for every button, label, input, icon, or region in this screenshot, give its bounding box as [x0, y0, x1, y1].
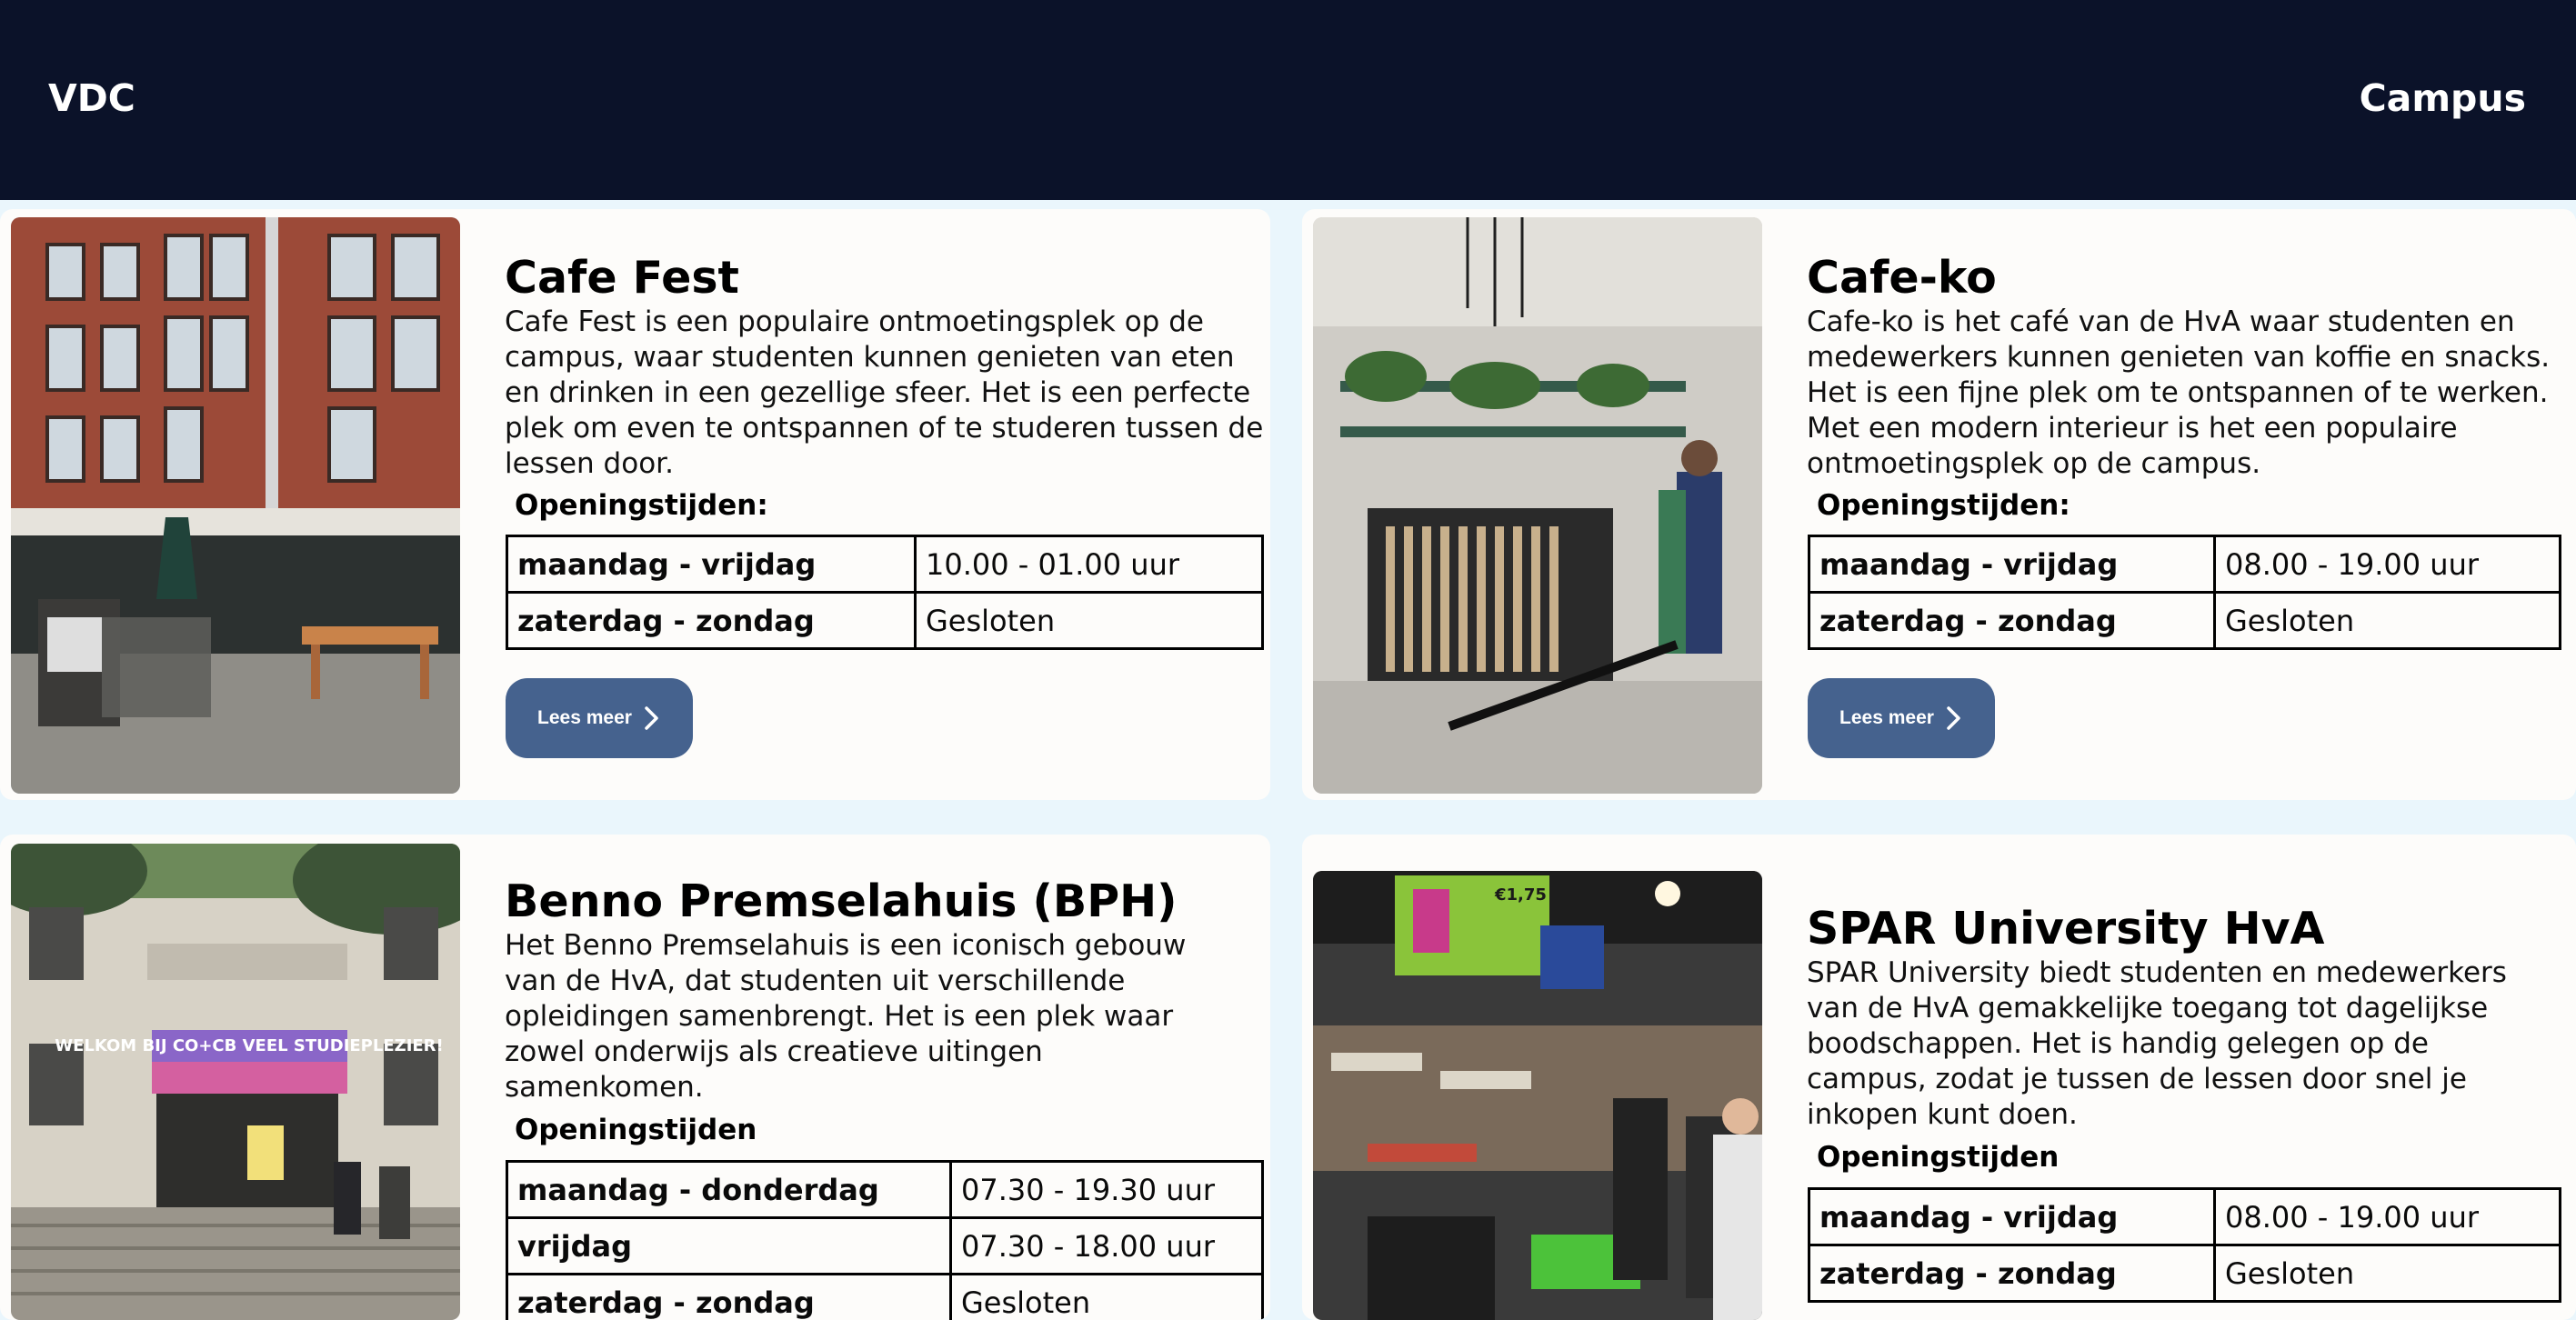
- card-description: SPAR University biedt studenten en medew…: [1807, 956, 2507, 1131]
- brand-logo[interactable]: VDC: [48, 76, 135, 120]
- opening-hours-label: Openingstijden:: [1817, 489, 2070, 522]
- card-description: Het Benno Premselahuis is een iconisch g…: [505, 929, 1187, 1104]
- card-title: SPAR University HvA: [1807, 903, 2325, 955]
- location-card-cafe-ko: Cafe-ko Cafe-ko is het café van de HvA w…: [1302, 209, 2576, 800]
- spar-university-photo: €1,75: [1313, 871, 1762, 1320]
- card-description: Cafe-ko is het café van de HvA waar stud…: [1807, 305, 2551, 480]
- time-cell: 08.00 - 19.00 uur: [2213, 1187, 2561, 1246]
- time-cell: Gesloten: [2213, 591, 2561, 650]
- day-cell: zaterdag - zondag: [1808, 1244, 2216, 1303]
- day-cell: zaterdag - zondag: [1808, 591, 2216, 650]
- opening-hours-table: maandag - vrijdag 08.00 - 19.00 uur zate…: [1808, 535, 2561, 650]
- card-title: Benno Premselahuis (BPH): [505, 875, 1178, 927]
- time-cell: 10.00 - 01.00 uur: [914, 535, 1264, 594]
- day-cell: maandag - vrijdag: [1808, 535, 2216, 594]
- day-cell: vrijdag: [506, 1216, 952, 1275]
- table-row: vrijdag 07.30 - 18.00 uur: [506, 1216, 1264, 1275]
- time-cell: Gesloten: [2213, 1244, 2561, 1303]
- day-cell: zaterdag - zondag: [506, 1273, 952, 1320]
- time-cell: Gesloten: [914, 591, 1264, 650]
- table-row: maandag - vrijdag 08.00 - 19.00 uur: [1808, 535, 2561, 594]
- chevron-right-icon: [1943, 705, 1963, 732]
- card-description: Cafe Fest is een populaire ontmoetingspl…: [505, 305, 1264, 480]
- card-title: Cafe-ko: [1807, 252, 1997, 304]
- price-screen-text: €1,75: [1494, 885, 1547, 905]
- day-cell: maandag - vrijdag: [1808, 1187, 2216, 1246]
- table-row: zaterdag - zondag Gesloten: [506, 591, 1264, 650]
- card-title: Cafe Fest: [505, 252, 739, 304]
- day-cell: zaterdag - zondag: [506, 591, 917, 650]
- table-row: maandag - vrijdag 10.00 - 01.00 uur: [506, 535, 1264, 594]
- day-cell: maandag - vrijdag: [506, 535, 917, 594]
- day-cell: maandag - donderdag: [506, 1160, 952, 1219]
- time-cell: 07.30 - 19.30 uur: [949, 1160, 1264, 1219]
- read-more-button[interactable]: Lees meer: [506, 678, 693, 758]
- nav-link-campus[interactable]: Campus: [2360, 76, 2526, 120]
- benno-premselahuis-photo: WELKOM BIJ CO+CB VEEL STUDIEPLEZIER!: [11, 844, 460, 1320]
- table-row: zaterdag - zondag Gesloten: [1808, 591, 2561, 650]
- button-label: Lees meer: [537, 707, 632, 728]
- time-cell: 07.30 - 18.00 uur: [949, 1216, 1264, 1275]
- table-row: zaterdag - zondag Gesloten: [1808, 1244, 2561, 1303]
- opening-hours-table: maandag - vrijdag 10.00 - 01.00 uur zate…: [506, 535, 1264, 650]
- button-label: Lees meer: [1839, 707, 1934, 728]
- time-cell: Gesloten: [949, 1273, 1264, 1320]
- table-row: maandag - donderdag 07.30 - 19.30 uur: [506, 1160, 1264, 1219]
- opening-hours-label: Openingstijden: [1817, 1141, 2060, 1174]
- chevron-right-icon: [641, 705, 661, 732]
- opening-hours-table: maandag - donderdag 07.30 - 19.30 uur vr…: [506, 1160, 1264, 1320]
- banner-text: WELKOM BIJ CO+CB VEEL STUDIEPLEZIER!: [55, 1036, 444, 1055]
- location-card-cafe-fest: Cafe Fest Cafe Fest is een populaire ont…: [0, 209, 1270, 800]
- table-row: maandag - vrijdag 08.00 - 19.00 uur: [1808, 1187, 2561, 1246]
- cafe-fest-photo: [11, 217, 460, 794]
- top-navigation-bar: VDC Campus: [0, 0, 2576, 200]
- time-cell: 08.00 - 19.00 uur: [2213, 535, 2561, 594]
- opening-hours-label: Openingstijden:: [515, 489, 768, 522]
- table-row: zaterdag - zondag Gesloten: [506, 1273, 1264, 1320]
- cafe-ko-photo: [1313, 217, 1762, 794]
- opening-hours-table: maandag - vrijdag 08.00 - 19.00 uur zate…: [1808, 1187, 2561, 1303]
- read-more-button[interactable]: Lees meer: [1808, 678, 1995, 758]
- location-card-benno-premselahuis: WELKOM BIJ CO+CB VEEL STUDIEPLEZIER! Ben…: [0, 835, 1270, 1320]
- opening-hours-label: Openingstijden: [515, 1114, 757, 1146]
- location-card-spar-university: €1,75 SPAR University HvA SPAR Universit…: [1302, 835, 2576, 1320]
